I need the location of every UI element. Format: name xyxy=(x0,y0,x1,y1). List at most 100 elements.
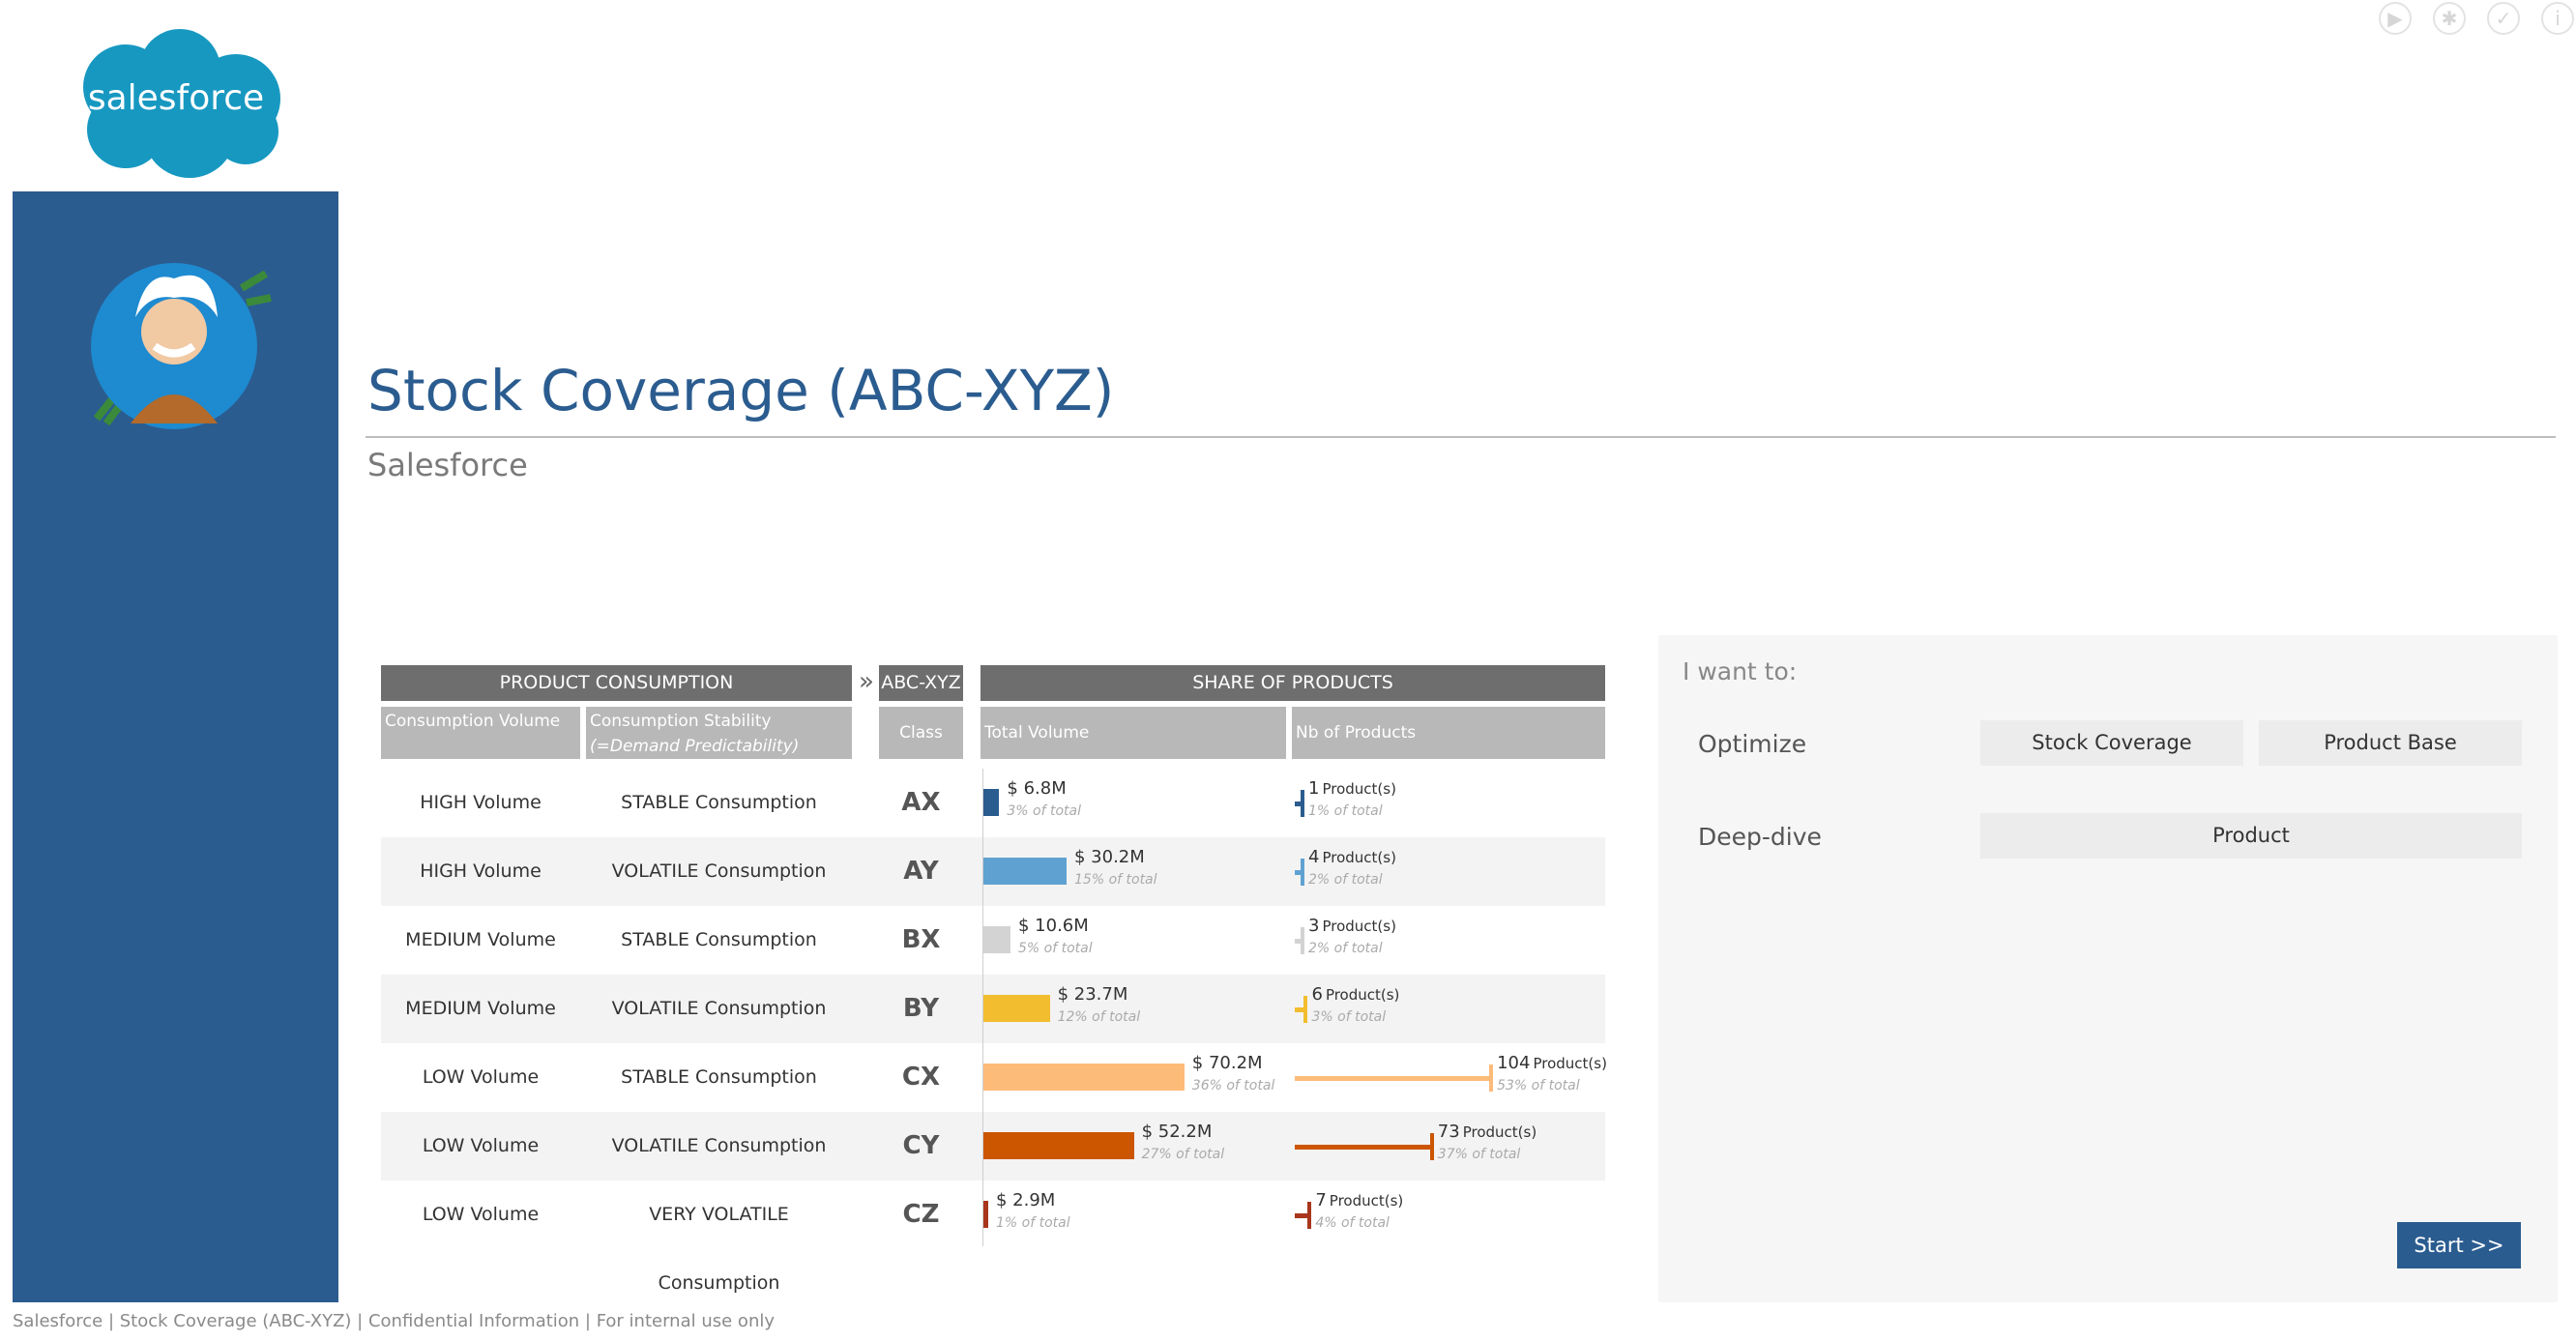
subheader-nb-products: Nb of Products xyxy=(1292,707,1605,759)
nb-products-label: 3 Product(s) xyxy=(1308,916,1396,936)
nb-products-pct: 53% of total xyxy=(1497,1078,1580,1093)
stock-coverage-button[interactable]: Stock Coverage xyxy=(1980,720,2243,766)
nb-products-suffix: Product(s) xyxy=(1462,1123,1537,1141)
nb-products-label: 1 Product(s) xyxy=(1308,778,1396,799)
nb-products-pct: 4% of total xyxy=(1315,1215,1390,1231)
subheader-total-volume: Total Volume xyxy=(981,707,1286,759)
page-title: Stock Coverage (ABC-XYZ) xyxy=(367,358,1115,423)
total-volume-label: $ 2.9M xyxy=(996,1190,1056,1210)
einstein-avatar xyxy=(77,249,280,433)
subheader-consumption-stability: Consumption Stability (=Demand Predictab… xyxy=(586,707,852,759)
row-stability: VERY VOLATILE Consumption xyxy=(649,1204,789,1294)
optimize-label: Optimize xyxy=(1698,730,1807,758)
row-class: CY xyxy=(902,1131,940,1160)
footer-text: Salesforce | Stock Coverage (ABC-XYZ) | … xyxy=(13,1311,776,1331)
nb-products-count: 73 xyxy=(1437,1122,1460,1142)
nb-products-count: 1 xyxy=(1308,778,1320,799)
nb-products-count: 6 xyxy=(1311,984,1323,1005)
nb-products-suffix: Product(s) xyxy=(1533,1055,1607,1072)
row-stability: VOLATILE Consumption xyxy=(611,998,827,1019)
svg-text:salesforce: salesforce xyxy=(88,78,264,118)
row-volume: MEDIUM Volume xyxy=(405,929,556,950)
total-volume-label: $ 10.6M xyxy=(1018,916,1089,936)
page-subtitle: Salesforce xyxy=(367,447,528,483)
row-volume: MEDIUM Volume xyxy=(405,998,556,1019)
nb-products-suffix: Product(s) xyxy=(1322,849,1396,866)
total-volume-bar xyxy=(982,858,1067,885)
nb-products-marker xyxy=(1301,790,1304,817)
header-product-consumption: PRODUCT CONSUMPTION xyxy=(381,665,852,701)
product-base-button[interactable]: Product Base xyxy=(2259,720,2522,766)
row-volume: LOW Volume xyxy=(422,1066,540,1088)
row-volume: LOW Volume xyxy=(422,1204,540,1225)
total-volume-bar xyxy=(982,789,1000,816)
total-volume-label: $ 52.2M xyxy=(1141,1122,1213,1142)
nb-products-count: 7 xyxy=(1315,1190,1327,1210)
total-volume-pct: 3% of total xyxy=(1007,803,1082,819)
row-stability: VOLATILE Consumption xyxy=(611,1135,827,1156)
row-class: AY xyxy=(903,857,939,886)
nb-products-label: 73 Product(s) xyxy=(1438,1122,1537,1142)
total-volume-pct: 1% of total xyxy=(996,1215,1070,1231)
header-abc-xyz: ABC-XYZ xyxy=(879,665,963,701)
play-icon[interactable]: ▶ xyxy=(2379,2,2412,35)
total-volume-pct: 12% of total xyxy=(1057,1009,1141,1025)
nb-products-line xyxy=(1295,1076,1492,1081)
nb-products-pct: 2% of total xyxy=(1308,941,1383,956)
nb-products-marker xyxy=(1429,1133,1434,1160)
nb-products-suffix: Product(s) xyxy=(1329,1192,1404,1210)
total-volume-label: $ 23.7M xyxy=(1057,984,1128,1005)
nb-products-count: 3 xyxy=(1308,916,1320,936)
row-volume: LOW Volume xyxy=(422,1135,540,1156)
row-class: BY xyxy=(902,994,940,1023)
nb-products-pct: 1% of total xyxy=(1308,803,1383,819)
row-stability: STABLE Consumption xyxy=(621,1066,817,1088)
deep-dive-label: Deep-dive xyxy=(1698,823,1822,851)
total-volume-pct: 36% of total xyxy=(1191,1078,1275,1093)
nb-products-marker xyxy=(1301,927,1304,954)
row-class: BX xyxy=(901,925,941,954)
nb-products-label: 6 Product(s) xyxy=(1311,984,1399,1005)
total-volume-bar xyxy=(982,1064,1185,1091)
row-class: CX xyxy=(901,1063,941,1092)
info-icon[interactable]: i xyxy=(2541,2,2574,35)
nb-products-suffix: Product(s) xyxy=(1322,780,1396,798)
nb-products-suffix: Product(s) xyxy=(1322,918,1396,935)
nb-products-marker xyxy=(1489,1064,1494,1092)
total-volume-pct: 27% of total xyxy=(1141,1147,1225,1162)
table-row: LOW Volume VERY VOLATILE Consumption CZ xyxy=(381,1181,1605,1294)
title-divider xyxy=(366,436,2556,438)
nb-products-marker xyxy=(1307,1202,1312,1229)
total-volume-label: $ 6.8M xyxy=(1007,778,1067,799)
check-icon[interactable]: ✓ xyxy=(2487,2,2520,35)
total-volume-axis xyxy=(982,769,983,1246)
row-volume: HIGH Volume xyxy=(420,792,542,813)
row-volume: HIGH Volume xyxy=(420,860,542,882)
total-volume-bar xyxy=(982,926,1010,953)
product-button[interactable]: Product xyxy=(1980,813,2522,859)
nb-products-pct: 3% of total xyxy=(1311,1009,1387,1025)
subheader-class: Class xyxy=(879,707,963,759)
total-volume-pct: 15% of total xyxy=(1074,872,1157,888)
nb-products-line xyxy=(1295,1145,1432,1150)
total-volume-pct: 5% of total xyxy=(1018,941,1093,956)
nb-products-marker xyxy=(1303,996,1308,1023)
arrows-separator: » xyxy=(859,667,874,696)
stability-label: Consumption Stability xyxy=(590,712,772,731)
start-button[interactable]: Start >> xyxy=(2397,1222,2521,1268)
row-class: CZ xyxy=(902,1200,940,1229)
row-stability: STABLE Consumption xyxy=(621,792,817,813)
nb-products-marker xyxy=(1301,859,1304,886)
settings-icon[interactable]: ✱ xyxy=(2433,2,2466,35)
header-share-of-products: SHARE OF PRODUCTS xyxy=(981,665,1605,701)
nb-products-count: 104 xyxy=(1497,1053,1531,1073)
nb-products-pct: 2% of total xyxy=(1308,872,1383,888)
nb-products-pct: 37% of total xyxy=(1437,1147,1521,1162)
total-volume-bar xyxy=(982,995,1050,1022)
row-class: AX xyxy=(901,788,941,817)
total-volume-bar xyxy=(982,1132,1134,1159)
stability-note: (=Demand Predictability) xyxy=(590,737,800,756)
nb-products-count: 4 xyxy=(1308,847,1320,867)
nb-products-label: 4 Product(s) xyxy=(1308,847,1396,867)
panel-heading: I want to: xyxy=(1683,657,1798,685)
